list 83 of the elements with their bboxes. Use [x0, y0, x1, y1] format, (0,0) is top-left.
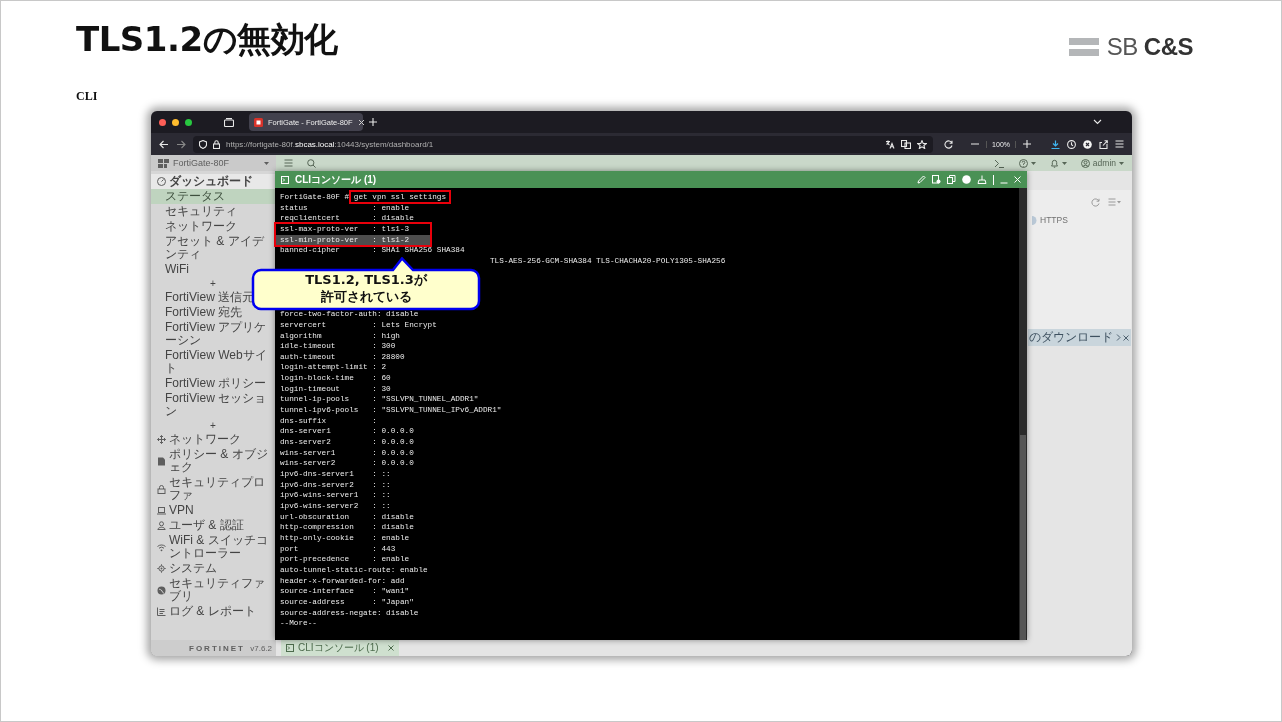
brand-logo: FORTINET — [189, 643, 245, 653]
expand-toggle[interactable]: + — [210, 278, 216, 289]
caret-icon — [1030, 161, 1036, 165]
lock-icon — [213, 139, 220, 149]
back-icon[interactable] — [159, 139, 169, 149]
laptop-icon — [157, 506, 166, 515]
history-icon[interactable] — [1067, 139, 1076, 149]
slide-title: TLS1.2の無効化 — [76, 18, 338, 61]
extension-icon[interactable] — [1083, 139, 1092, 149]
console-title: CLIコンソール (1) — [295, 172, 377, 187]
star-icon[interactable] — [917, 139, 928, 149]
gear-icon — [157, 564, 166, 573]
search-icon[interactable] — [307, 158, 316, 168]
sidebar-item[interactable]: ユーザ & 認証 — [151, 518, 275, 533]
device-selector[interactable]: FortiGate-80F — [151, 155, 276, 171]
sidebar-item[interactable]: FortiView セッション — [151, 391, 275, 419]
help-button[interactable] — [1018, 158, 1036, 168]
sidebar-item[interactable]: ネットワーク — [151, 219, 275, 234]
sidebar-item[interactable]: FortiView ポリシー — [151, 376, 275, 391]
help-icon — [1018, 158, 1028, 168]
new-tab-icon[interactable] — [369, 118, 377, 126]
device-icon — [158, 158, 169, 168]
translate-icon[interactable] — [885, 139, 896, 149]
terminal-icon — [281, 175, 289, 184]
wifi-icon — [157, 542, 166, 552]
copy-icon[interactable] — [947, 175, 956, 184]
document-icon[interactable] — [932, 175, 941, 184]
favicon-icon — [254, 117, 263, 127]
zoom-out-icon[interactable] — [971, 140, 980, 148]
reader-view-icon[interactable] — [901, 139, 912, 149]
zoom-dot-icon[interactable] — [185, 118, 192, 126]
caret-icon — [264, 161, 269, 165]
tab-list-icon[interactable] — [224, 117, 234, 127]
expand-toggle[interactable]: + — [210, 420, 216, 431]
scrollbar[interactable] — [1019, 188, 1027, 640]
bell-icon — [1049, 158, 1059, 168]
download-icon[interactable] — [1051, 139, 1060, 149]
reload-icon[interactable] — [944, 139, 954, 149]
dashboard-icon — [157, 177, 166, 186]
callout-tooltip: TLS1.2, TLS1.3が 許可されている — [251, 257, 481, 311]
caret-icon — [1061, 161, 1067, 165]
pencil-icon[interactable] — [917, 175, 926, 184]
sidebar-item[interactable]: ログ & レポート — [151, 604, 275, 619]
sidebar-item[interactable]: FortiView アプリケーシン — [151, 320, 275, 348]
terminal-icon[interactable] — [993, 158, 1005, 168]
notifications-button[interactable] — [1049, 158, 1067, 168]
document-icon — [157, 456, 166, 466]
sidebar-item[interactable]: VPN — [151, 503, 275, 518]
sidebar-group[interactable]: ダッシュボード — [151, 174, 275, 189]
minimize-dot-icon[interactable] — [172, 118, 179, 126]
terminal-icon — [286, 644, 294, 652]
eraser-icon[interactable] — [977, 175, 987, 184]
logo-bars-icon — [1068, 36, 1099, 58]
user-icon — [1080, 158, 1090, 168]
console-tab[interactable]: CLIコンソール (1) — [281, 640, 399, 656]
sidebar-item[interactable]: セキュリティ — [151, 204, 275, 219]
version-label: v7.6.2 — [250, 643, 272, 653]
sidebar-item[interactable]: ネットワーク — [151, 432, 275, 447]
record-icon[interactable] — [962, 175, 971, 184]
sidebar-item[interactable]: セキュリティファブリ — [151, 576, 275, 604]
address-bar[interactable]: https://fortigate-80f.sbcas.local:10443/system/dashboard/1 — [193, 135, 934, 153]
move-icon — [157, 435, 166, 444]
shield-icon — [199, 139, 207, 149]
forward-icon[interactable] — [176, 139, 186, 149]
list-icon — [157, 607, 166, 616]
zoom-in-icon[interactable] — [1023, 140, 1031, 148]
sidebar-item[interactable]: WiFi & スイッチコントローラー — [151, 533, 275, 561]
user-icon — [157, 521, 166, 530]
section-label: CLI — [76, 89, 98, 104]
user-menu[interactable]: admin — [1080, 158, 1124, 168]
chevron-down-icon[interactable] — [1093, 119, 1102, 125]
lock-icon — [157, 484, 166, 494]
close-dot-icon[interactable] — [159, 118, 166, 126]
sidebar-item[interactable]: ステータス — [151, 189, 275, 204]
caret-icon — [1119, 161, 1124, 165]
sidebar-item[interactable]: FortiView Webサイト — [151, 348, 275, 376]
sidebar-item[interactable]: システム — [151, 561, 275, 576]
logo-text: SB C&S — [1106, 33, 1193, 61]
globe-icon — [157, 585, 166, 595]
share-icon[interactable] — [1099, 139, 1108, 149]
sidebar-item[interactable]: ポリシー & オブジェク — [151, 447, 275, 475]
protocol-label: HTTPS — [1040, 215, 1068, 225]
sidebar-item[interactable]: セキュリティプロファ — [151, 475, 275, 503]
